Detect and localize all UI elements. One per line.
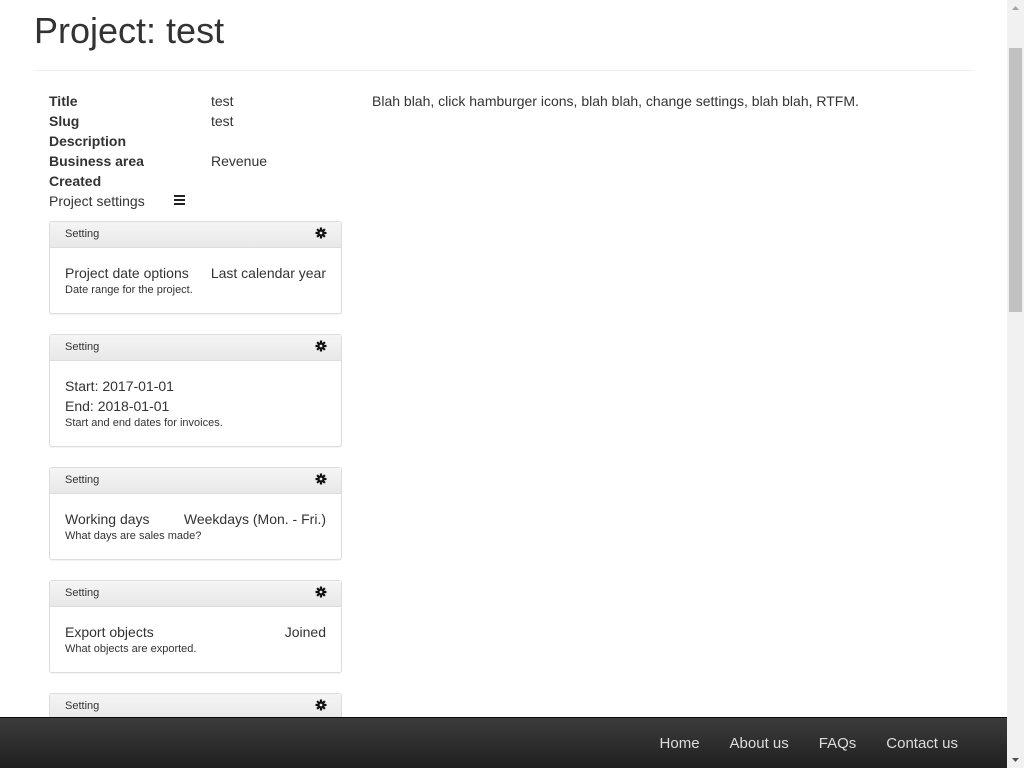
setting-card-body: Export objects Joined What objects are e… bbox=[50, 607, 341, 656]
property-key: Slug bbox=[49, 113, 80, 129]
setting-card-invoice-dates: Setting Start: 2017-01-01 End: 2018-01-0… bbox=[49, 334, 342, 447]
property-key: Description bbox=[49, 133, 127, 149]
gear-icon[interactable] bbox=[315, 586, 327, 598]
scrollbar-thumb[interactable] bbox=[1009, 48, 1022, 312]
footer-link-home[interactable]: Home bbox=[645, 718, 715, 768]
property-row-title: Title test bbox=[49, 91, 349, 111]
setting-card-export-objects: Setting Export objects Joined What objec… bbox=[49, 580, 342, 673]
setting-card-header: Setting bbox=[50, 468, 341, 494]
property-key: Business area bbox=[49, 153, 144, 169]
property-value: test bbox=[211, 113, 234, 129]
property-value: test bbox=[211, 93, 234, 109]
project-settings-row: Project settings bbox=[49, 191, 349, 211]
setting-card-title: Setting bbox=[65, 228, 100, 240]
vertical-scrollbar[interactable] bbox=[1007, 0, 1024, 768]
gear-icon[interactable] bbox=[315, 699, 327, 711]
scroll-up-arrow-icon[interactable] bbox=[1007, 0, 1024, 17]
property-key: Created bbox=[49, 173, 102, 189]
setting-help: What objects are exported. bbox=[65, 643, 197, 655]
setting-help: What days are sales made? bbox=[65, 530, 202, 542]
setting-row: Working days Weekdays (Mon. - Fri.) bbox=[65, 509, 326, 529]
property-row-created: Created bbox=[49, 171, 349, 191]
setting-card-body: Working days Weekdays (Mon. - Fri.) What… bbox=[50, 494, 341, 543]
help-note: Blah blah, click hamburger icons, blah b… bbox=[372, 93, 859, 109]
setting-card-project-date: Setting Project date options Last calend… bbox=[49, 221, 342, 314]
footer-link-about[interactable]: About us bbox=[715, 718, 804, 768]
setting-help: Date range for the project. bbox=[65, 284, 193, 296]
setting-card-working-days: Setting Working days Weekdays (Mon. - Fr… bbox=[49, 467, 342, 560]
property-key: Title bbox=[49, 93, 78, 109]
divider bbox=[34, 70, 974, 71]
setting-row: Export objects Joined bbox=[65, 622, 326, 642]
project-properties: Title test Slug test Description Busines… bbox=[49, 91, 349, 211]
property-value: Revenue bbox=[211, 153, 268, 169]
setting-card-title: Setting bbox=[65, 474, 100, 486]
setting-card-header: Setting bbox=[50, 222, 341, 248]
setting-start-date: Start: 2017-01-01 bbox=[65, 378, 174, 394]
setting-row: Project date options Last calendar year bbox=[65, 263, 326, 283]
setting-card-header: Setting bbox=[50, 335, 341, 361]
gear-icon[interactable] bbox=[315, 473, 327, 485]
property-row-description: Description bbox=[49, 131, 349, 151]
setting-card-title: Setting bbox=[65, 341, 100, 353]
setting-help: Start and end dates for invoices. bbox=[65, 417, 223, 429]
footer: Home About us FAQs Contact us bbox=[0, 717, 1007, 768]
setting-value: Weekdays (Mon. - Fri.) bbox=[183, 511, 326, 527]
setting-card-title: Setting bbox=[65, 700, 100, 712]
setting-card-body: Start: 2017-01-01 End: 2018-01-01 Start … bbox=[50, 361, 341, 430]
setting-end-date: End: 2018-01-01 bbox=[65, 398, 170, 414]
setting-value: Last calendar year bbox=[210, 265, 326, 281]
property-row-business-area: Business area Revenue bbox=[49, 151, 349, 171]
property-row-slug: Slug test bbox=[49, 111, 349, 131]
setting-card-title: Setting bbox=[65, 587, 100, 599]
page-title: Project: test bbox=[34, 10, 225, 51]
setting-name: Project date options bbox=[65, 265, 189, 281]
hamburger-icon[interactable] bbox=[174, 195, 185, 207]
gear-icon[interactable] bbox=[315, 340, 327, 352]
page: Project: test Title test Slug test Descr… bbox=[0, 0, 1007, 768]
gear-icon[interactable] bbox=[315, 227, 327, 239]
setting-card-header: Setting bbox=[50, 581, 341, 607]
footer-link-contact[interactable]: Contact us bbox=[871, 718, 973, 768]
footer-nav: Home About us FAQs Contact us bbox=[645, 718, 973, 768]
setting-value: Joined bbox=[284, 624, 326, 640]
setting-card-body: Project date options Last calendar year … bbox=[50, 248, 341, 297]
setting-name: Working days bbox=[65, 511, 150, 527]
setting-name: Export objects bbox=[65, 624, 154, 640]
project-settings-label: Project settings bbox=[49, 193, 145, 209]
scroll-down-arrow-icon[interactable] bbox=[1007, 751, 1024, 768]
footer-link-faqs[interactable]: FAQs bbox=[804, 718, 872, 768]
